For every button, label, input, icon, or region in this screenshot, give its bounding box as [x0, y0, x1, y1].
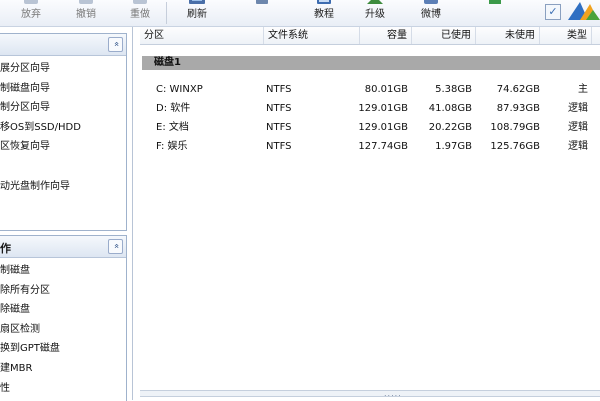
wizard-item-blank [0, 157, 126, 177]
table-row[interactable]: C: WINXP NTFS 80.01GB 5.38GB 74.62GB 主 [140, 80, 600, 99]
undo-icon [79, 0, 93, 4]
upgrade-button[interactable]: 升级 [352, 0, 398, 26]
double-chevron-up-icon: « [110, 243, 121, 249]
cell-type: 主 [578, 84, 588, 95]
cell-free: 108.79GB [490, 122, 540, 133]
column-capacity[interactable]: 容量 [360, 27, 412, 44]
tutorial-label: 教程 [314, 9, 334, 20]
pane-splitter[interactable]: ..... [140, 389, 600, 398]
op-item-delete-all-partitions[interactable]: 除所有分区 [0, 281, 126, 301]
toolbar: 放弃 撤销 重做 刷新 教程 升级 微博 ✓ [0, 0, 600, 27]
toolbar-separator [166, 2, 167, 24]
cell-free: 125.76GB [490, 141, 540, 152]
cell-capacity: 127.74GB [358, 141, 408, 152]
wizard-item-extend-partition[interactable]: 展分区向导 [0, 59, 126, 79]
cell-type: 逻辑 [568, 103, 588, 114]
disk-group-row[interactable]: 磁盘1 [142, 56, 600, 70]
cell-type: 逻辑 [568, 122, 588, 133]
wizard-item-copy-disk[interactable]: 制磁盘向导 [0, 79, 126, 99]
cell-partition: E: 文档 [156, 122, 189, 133]
op-item-convert-gpt[interactable]: 换到GPT磁盘 [0, 339, 126, 359]
undo-button[interactable]: 撤销 [63, 0, 109, 26]
table-row[interactable]: F: 娱乐 NTFS 127.74GB 1.97GB 125.76GB 逻辑 [140, 137, 600, 156]
disk-button[interactable] [239, 0, 285, 26]
cell-capacity: 129.01GB [358, 103, 408, 114]
cell-capacity: 80.01GB [364, 84, 408, 95]
cell-partition: F: 娱乐 [156, 141, 188, 152]
operations-panel-title: 作 [0, 242, 11, 255]
wizard-panel-header[interactable]: « [0, 34, 126, 56]
redo-button[interactable]: 重做 [117, 0, 163, 26]
table-row[interactable]: E: 文档 NTFS 129.01GB 20.22GB 108.79GB 逻辑 [140, 118, 600, 137]
table-row[interactable]: D: 软件 NTFS 129.01GB 41.08GB 87.93GB 逻辑 [140, 99, 600, 118]
operations-panel: 作 « 制磁盘 除所有分区 除磁盘 扇区检测 换到GPT磁盘 建MBR 性 [0, 235, 127, 401]
redo-label: 重做 [130, 9, 150, 20]
discard-icon [24, 0, 38, 4]
cell-type: 逻辑 [568, 141, 588, 152]
sidebar: « 展分区向导 制磁盘向导 制分区向导 移OS到SSD/HDD 区恢复向导 动光… [0, 27, 133, 401]
refresh-label: 刷新 [187, 9, 207, 20]
wizard-item-copy-partition[interactable]: 制分区向导 [0, 98, 126, 118]
refresh-icon [189, 0, 205, 4]
cell-used: 20.22GB [428, 122, 472, 133]
brand-logo-icon [568, 2, 600, 20]
tutorial-button[interactable]: 教程 [301, 0, 347, 26]
disk-icon [256, 0, 268, 4]
cell-filesystem: NTFS [266, 103, 292, 114]
wizard-item-migrate-os[interactable]: 移OS到SSD/HDD [0, 118, 126, 138]
op-item-copy-disk[interactable]: 制磁盘 [0, 261, 126, 281]
column-partition[interactable]: 分区 [140, 27, 264, 44]
cell-free: 87.93GB [496, 103, 540, 114]
cell-filesystem: NTFS [266, 122, 292, 133]
tutorial-icon [317, 0, 331, 4]
column-type[interactable]: 类型 [540, 27, 592, 44]
check-icon: ✓ [548, 5, 558, 18]
cell-free: 74.62GB [496, 84, 540, 95]
cell-used: 5.38GB [435, 84, 472, 95]
discard-button[interactable]: 放弃 [8, 0, 54, 26]
op-item-sector-check[interactable]: 扇区检测 [0, 320, 126, 340]
wizard-panel: « 展分区向导 制磁盘向导 制分区向导 移OS到SSD/HDD 区恢复向导 动光… [0, 33, 127, 231]
app-button[interactable] [472, 0, 518, 26]
double-chevron-up-icon: « [110, 41, 121, 47]
splitter-grip: ..... [384, 389, 402, 398]
wizard-item-partition-recovery[interactable]: 区恢复向导 [0, 137, 126, 157]
wizard-item-bootable-cd[interactable]: 动光盘制作向导 [0, 177, 126, 197]
discard-label: 放弃 [21, 9, 41, 20]
column-free[interactable]: 未使用 [476, 27, 540, 44]
cell-filesystem: NTFS [266, 141, 292, 152]
upgrade-icon [367, 0, 383, 4]
cell-partition: C: WINXP [156, 84, 203, 95]
redo-icon [133, 0, 147, 4]
collapse-wizard-button[interactable]: « [108, 37, 123, 52]
weibo-label: 微博 [421, 9, 441, 20]
op-item-rebuild-mbr[interactable]: 建MBR [0, 359, 126, 379]
cell-filesystem: NTFS [266, 84, 292, 95]
weibo-button[interactable]: 微博 [408, 0, 454, 26]
collapse-operations-button[interactable]: « [108, 239, 123, 254]
option-checkbox[interactable]: ✓ [545, 4, 561, 20]
undo-label: 撤销 [76, 9, 96, 20]
app-icon [489, 0, 501, 4]
column-used[interactable]: 已使用 [412, 27, 476, 44]
cell-capacity: 129.01GB [358, 122, 408, 133]
op-item-properties[interactable]: 性 [0, 379, 126, 399]
cell-used: 41.08GB [428, 103, 472, 114]
partition-table: 分区 文件系统 容量 已使用 未使用 类型 磁盘1 C: WINXP NTFS … [140, 27, 600, 400]
weibo-icon [424, 0, 438, 4]
upgrade-label: 升级 [365, 9, 385, 20]
operations-panel-header[interactable]: 作 « [0, 236, 126, 258]
cell-partition: D: 软件 [156, 103, 191, 114]
column-filesystem[interactable]: 文件系统 [264, 27, 360, 44]
table-header: 分区 文件系统 容量 已使用 未使用 类型 [140, 27, 600, 45]
op-item-wipe-disk[interactable]: 除磁盘 [0, 300, 126, 320]
cell-used: 1.97GB [435, 141, 472, 152]
refresh-button[interactable]: 刷新 [174, 0, 220, 26]
